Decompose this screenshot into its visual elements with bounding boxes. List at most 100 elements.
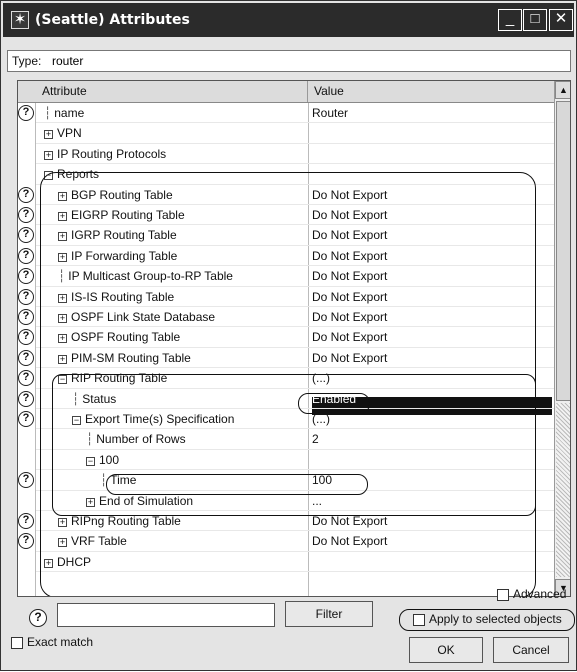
attribute-cell[interactable]: ┆ Status (72, 389, 116, 409)
value-cell[interactable]: Do Not Export (312, 327, 387, 347)
help-icon[interactable]: ? (18, 349, 34, 366)
help-icon[interactable]: ? (18, 247, 34, 264)
value-cell[interactable]: Do Not Export (312, 246, 387, 266)
help-icon[interactable]: ? (18, 309, 34, 325)
value-cell[interactable]: 100 (312, 470, 332, 490)
title-bar[interactable]: ✶ (Seattle) Attributes _ □ ✕ (3, 3, 574, 37)
value-cell[interactable]: Do Not Export (312, 225, 387, 245)
attribute-cell[interactable]: + IS-IS Routing Table (58, 287, 174, 307)
attribute-cell[interactable]: − Export Time(s) Specification (72, 409, 234, 429)
attribute-cell[interactable]: + End of Simulation (86, 491, 193, 511)
table-row[interactable]: ? ┆ Time 100 (18, 470, 554, 491)
expand-icon[interactable]: + (58, 212, 67, 221)
table-row[interactable]: − Reports (18, 164, 554, 185)
value-cell[interactable]: Do Not Export (312, 531, 387, 551)
help-icon[interactable]: ? (18, 329, 34, 346)
value-cell[interactable]: Do Not Export (312, 266, 387, 286)
expand-icon[interactable]: + (58, 252, 67, 262)
table-row[interactable]: ? + IP Forwarding Table Do Not Export (18, 246, 554, 267)
value-cell[interactable]: Do Not Export (312, 205, 387, 225)
table-row[interactable]: + DHCP (18, 552, 554, 573)
collapse-icon[interactable]: − (86, 456, 95, 466)
help-icon[interactable]: ? (18, 268, 34, 285)
expand-icon[interactable]: + (44, 150, 53, 160)
attribute-cell[interactable]: + BGP Routing Table (58, 185, 173, 205)
attribute-cell[interactable]: ┆ name (44, 103, 84, 123)
cancel-button[interactable]: Cancel (493, 637, 569, 663)
help-icon[interactable]: ? (18, 411, 34, 427)
table-row[interactable]: ? + RIPng Routing Table Do Not Export (18, 511, 554, 532)
attribute-cell[interactable]: ┆ Number of Rows (86, 429, 186, 449)
attribute-cell[interactable]: + VRF Table (58, 531, 127, 551)
vertical-scrollbar[interactable]: ▲ ▼ (554, 81, 570, 596)
value-cell[interactable]: (...) (312, 409, 330, 429)
attribute-cell[interactable]: + PIM-SM Routing Table (58, 348, 191, 368)
expand-icon[interactable]: + (86, 497, 95, 507)
help-icon[interactable]: ? (18, 227, 34, 244)
attribute-cell[interactable]: + OSPF Link State Database (58, 307, 215, 327)
advanced-checkbox[interactable] (497, 589, 509, 601)
scroll-thumb[interactable] (556, 101, 570, 401)
collapse-icon[interactable]: − (58, 375, 67, 385)
attribute-cell[interactable]: + OSPF Routing Table (58, 327, 180, 347)
table-row[interactable]: ? + VRF Table Do Not Export (18, 531, 554, 552)
help-icon[interactable]: ? (18, 390, 34, 407)
attribute-cell[interactable]: − Reports (44, 164, 99, 184)
expand-icon[interactable]: + (44, 130, 53, 140)
help-icon[interactable]: ? (18, 207, 34, 223)
expand-icon[interactable]: + (58, 334, 67, 344)
scroll-up-icon[interactable]: ▲ (555, 81, 570, 99)
table-row[interactable]: ? ┆ IP Multicast Group-to-RP Table Do Not E… (18, 266, 554, 287)
table-row[interactable]: + End of Simulation... (18, 491, 554, 511)
value-cell[interactable]: Do Not Export (312, 307, 387, 327)
exact-match-label[interactable]: Exact match (27, 635, 93, 649)
expand-icon[interactable]: + (58, 354, 67, 364)
attribute-cell[interactable]: − RIP Routing Table (58, 368, 167, 388)
minimize-button[interactable]: _ (498, 9, 522, 31)
scroll-track[interactable] (556, 403, 570, 577)
attribute-cell[interactable]: + IP Routing Protocols (44, 144, 166, 164)
apply-selected-checkbox[interactable] (413, 614, 425, 626)
help-icon[interactable]: ? (18, 288, 34, 305)
attribute-cell[interactable]: + RIPng Routing Table (58, 511, 181, 531)
exact-match-checkbox[interactable] (11, 637, 23, 649)
value-cell[interactable]: Do Not Export (312, 185, 387, 205)
apply-selected-label[interactable]: Apply to selected objects (429, 612, 562, 626)
value-cell[interactable]: Router (312, 103, 348, 123)
table-row[interactable]: ? + BGP Routing Table Do Not Export (18, 185, 554, 205)
table-row[interactable]: ? − RIP Routing Table (...) (18, 368, 554, 389)
help-icon[interactable]: ? (29, 609, 47, 627)
value-cell[interactable]: Do Not Export (312, 348, 387, 368)
table-row[interactable]: ? + OSPF Link State Database Do Not Export (18, 307, 554, 328)
help-icon[interactable]: ? (18, 186, 34, 203)
table-row[interactable]: ? + IGRP Routing Table Do Not Export (18, 225, 554, 246)
attribute-cell[interactable]: + VPN (44, 123, 82, 143)
table-row[interactable]: ? − Export Time(s) Specification (...) (18, 409, 554, 430)
collapse-icon[interactable]: − (44, 171, 53, 181)
attribute-cell[interactable]: + DHCP (44, 552, 91, 572)
expand-icon[interactable]: + (58, 232, 67, 242)
value-cell[interactable]: ... (312, 491, 322, 511)
help-icon[interactable]: ? (18, 472, 34, 489)
value-cell[interactable]: Do Not Export (312, 287, 387, 307)
attribute-cell[interactable]: + EIGRP Routing Table (58, 205, 185, 225)
attribute-column-header[interactable]: Attribute (36, 81, 308, 102)
attribute-cell[interactable]: ┆ IP Multicast Group-to-RP Table (58, 266, 233, 286)
close-button[interactable]: ✕ (549, 9, 573, 31)
table-row[interactable]: ? ┆ Status Enabled (18, 389, 554, 409)
expand-icon[interactable]: + (58, 314, 67, 323)
value-column-header[interactable]: Value (308, 81, 554, 102)
filter-button[interactable]: Filter (285, 601, 373, 627)
value-cell[interactable]: Enabled (312, 389, 356, 409)
value-cell[interactable]: 2 (312, 429, 319, 449)
expand-icon[interactable]: + (44, 558, 53, 568)
attribute-cell[interactable]: + IP Forwarding Table (58, 246, 177, 266)
advanced-label[interactable]: Advanced (513, 587, 566, 601)
help-icon[interactable]: ? (18, 370, 34, 387)
table-row[interactable]: ? ┆ name Router (18, 103, 554, 124)
help-icon[interactable]: ? (18, 105, 34, 121)
expand-icon[interactable]: + (58, 538, 67, 548)
table-row[interactable]: ? + EIGRP Routing Table Do Not Export (18, 205, 554, 226)
table-row[interactable]: + VPN (18, 123, 554, 144)
help-icon[interactable]: ? (18, 533, 34, 550)
